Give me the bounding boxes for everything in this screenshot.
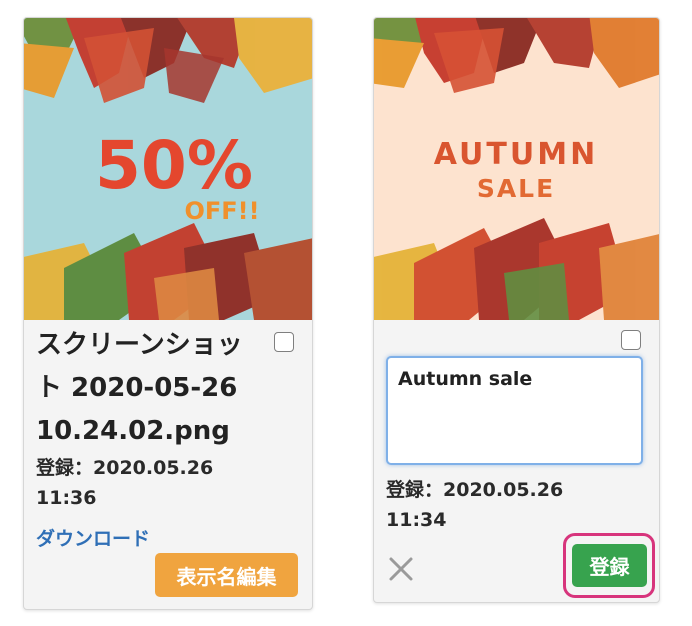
close-icon[interactable] [386, 554, 416, 584]
file-name: スクリーンショット 2020-05-26 10.24.02.png [36, 330, 243, 446]
registered-date: 登録：2020.05.26 [386, 479, 564, 501]
thumbnail-image-50-off: 50% OFF!! [24, 18, 312, 320]
display-name-input[interactable]: Autumn sale [386, 356, 643, 465]
registered-time: 11:36 [36, 487, 97, 509]
edit-display-name-button[interactable]: 表示名編集 [155, 553, 298, 597]
file-thumbnail-2[interactable]: AUTUMN SALE [374, 18, 659, 320]
file-card-1: 50% OFF!! スクリーンショット 2020-05-26 10.24.02.… [23, 17, 313, 610]
file-card-2: AUTUMN SALE Autumn sale 登録：2020.05.26 11… [373, 17, 660, 603]
registered-time: 11:34 [386, 509, 447, 531]
image-subline: SALE [477, 174, 555, 203]
thumbnail-image-autumn-sale: AUTUMN SALE [374, 18, 659, 320]
select-checkbox-1[interactable] [274, 332, 294, 352]
register-button[interactable]: 登録 [572, 544, 647, 587]
image-headline: 50% [95, 127, 253, 204]
file-thumbnail-1[interactable]: 50% OFF!! [24, 18, 312, 320]
registered-date: 登録：2020.05.26 [36, 457, 214, 479]
select-checkbox-2[interactable] [621, 330, 641, 350]
image-headline: AUTUMN [434, 137, 598, 172]
download-link[interactable]: ダウンロード [36, 524, 150, 551]
image-subline: OFF!! [184, 197, 259, 225]
